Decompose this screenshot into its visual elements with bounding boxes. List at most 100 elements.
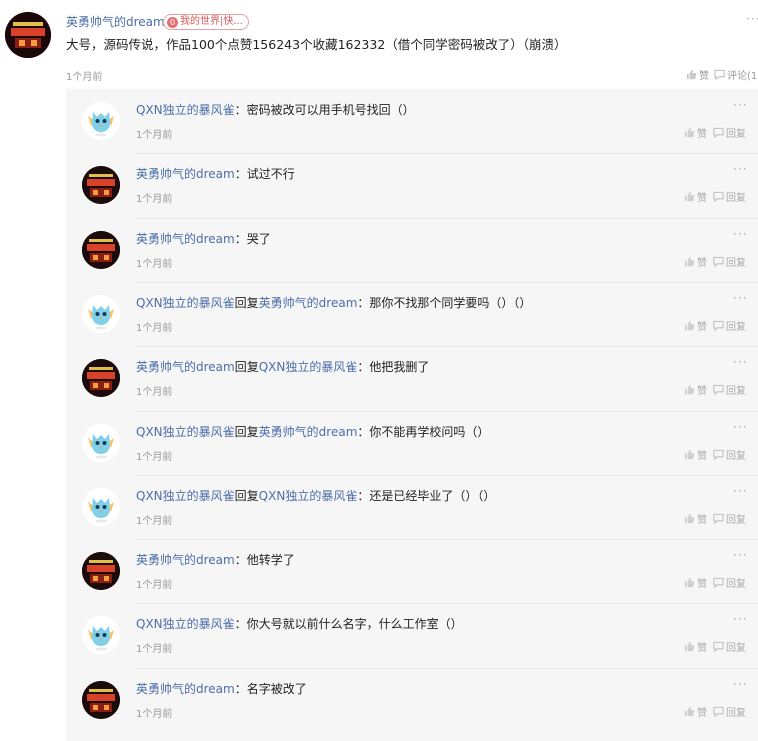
bird-avatar[interactable]	[82, 487, 120, 526]
reply-target-name[interactable]: 英勇帅气的dream	[259, 425, 358, 439]
reply-reply-button[interactable]: 回复	[713, 189, 746, 204]
reply-author-name[interactable]: QXN独立的暴风雀	[136, 489, 235, 503]
thumbs-up-icon	[686, 69, 697, 80]
bird-avatar[interactable]	[82, 294, 120, 333]
reply-author-name[interactable]: 英勇帅气的dream	[136, 682, 235, 696]
reply-divider	[136, 281, 758, 283]
reply-more-icon[interactable]: ···	[733, 612, 747, 626]
bird-avatar[interactable]	[82, 102, 120, 140]
author-avatar[interactable]	[5, 12, 51, 58]
reply-reply-button[interactable]: 回复	[713, 318, 746, 333]
reply-author-name[interactable]: QXN独立的暴风雀	[136, 103, 235, 117]
reply-line: QXN独立的暴风雀回复QXN独立的暴风雀：还是已经毕业了（）（）	[136, 488, 495, 504]
post-author-name[interactable]: 英勇帅气的dream	[66, 14, 165, 30]
reply-more-icon[interactable]: ···	[733, 162, 747, 176]
reply-like-button[interactable]: 赞	[684, 318, 707, 333]
reply-reply-label: 回复	[726, 643, 746, 655]
reply-icon	[713, 127, 724, 138]
reply-reply-button[interactable]: 回复	[713, 639, 746, 654]
game-avatar[interactable]	[82, 166, 120, 205]
reply-text: ：他转学了	[234, 553, 295, 568]
reply-like-label: 赞	[697, 129, 707, 140]
reply-timestamp: 1个月前	[136, 130, 173, 141]
badge-icon: 0	[167, 16, 178, 28]
reply-author-name[interactable]: QXN独立的暴风雀	[136, 296, 235, 310]
reply-reply-button[interactable]: 回复	[713, 704, 746, 719]
comment-icon	[714, 69, 725, 80]
reply-line: 英勇帅气的dream回复QXN独立的暴风雀：他把我删了	[136, 359, 429, 375]
badge-label: 我的世界|快...	[180, 16, 243, 27]
reply-author-name[interactable]: 英勇帅气的dream	[136, 553, 235, 567]
post-like-button[interactable]: 赞	[686, 67, 709, 82]
reply-more-icon[interactable]: ···	[733, 548, 747, 562]
reply-author-name[interactable]: 英勇帅气的dream	[136, 232, 235, 246]
reply-line: QXN独立的暴风雀回复英勇帅气的dream：那你不找那个同学要吗（）（）	[136, 295, 531, 311]
reply-item: QXN独立的暴风雀回复英勇帅气的dream：你不能再学校问吗（） 1个月前 ··…	[66, 410, 758, 475]
reply-like-button[interactable]: 赞	[684, 575, 707, 590]
reply-more-icon[interactable]: ···	[733, 420, 747, 434]
thumbs-up-icon	[684, 449, 695, 459]
reply-like-button[interactable]: 赞	[684, 447, 707, 462]
reply-item: 英勇帅气的dream：他转学了 1个月前 ··· 赞 回复	[66, 539, 758, 603]
reply-line: 英勇帅气的dream：名字被改了	[136, 681, 307, 697]
bird-avatar[interactable]	[82, 423, 120, 462]
reply-author-name[interactable]: 英勇帅气的dream	[136, 360, 235, 374]
post-like-label: 赞	[699, 71, 709, 82]
reply-reply-label: 回复	[726, 129, 746, 140]
game-avatar[interactable]	[82, 680, 120, 719]
post-studio-badge[interactable]: 0 我的世界|快...	[163, 14, 249, 30]
reply-target-name[interactable]: QXN独立的暴风雀	[259, 489, 358, 503]
reply-target-name[interactable]: QXN独立的暴风雀	[259, 360, 358, 374]
reply-reply-button[interactable]: 回复	[713, 382, 746, 397]
reply-more-icon[interactable]: ···	[733, 355, 747, 369]
reply-like-button[interactable]: 赞	[684, 511, 707, 526]
reply-like-button[interactable]: 赞	[684, 254, 707, 269]
reply-reply-label: 回复	[726, 386, 746, 398]
reply-reply-label: 回复	[726, 579, 746, 591]
reply-like-button[interactable]: 赞	[684, 189, 707, 204]
reply-author-name[interactable]: 英勇帅气的dream	[136, 167, 235, 181]
reply-like-label: 赞	[697, 193, 707, 205]
reply-like-label: 赞	[697, 450, 707, 462]
reply-reply-button[interactable]: 回复	[713, 254, 746, 269]
reply-reply-button[interactable]: 回复	[713, 447, 746, 462]
reply-line: QXN独立的暴风雀：密码被改可以用手机号找回（）	[136, 102, 415, 118]
game-avatar[interactable]	[82, 230, 120, 269]
post-content: 大号，源码传说，作品100个点赞156243个收藏162332（借个同学密码被改…	[66, 37, 567, 52]
game-avatar[interactable]	[82, 359, 120, 398]
reply-author-name[interactable]: QXN独立的暴风雀	[136, 425, 235, 439]
game-avatar[interactable]	[82, 552, 120, 591]
reply-icon	[713, 385, 724, 396]
reply-timestamp: 1个月前	[136, 322, 173, 334]
reply-like-button[interactable]: 赞	[684, 704, 707, 719]
thumbs-up-icon	[684, 385, 695, 395]
reply-timestamp: 1个月前	[136, 451, 173, 463]
reply-connector: 回复	[234, 424, 259, 439]
reply-reply-label: 回复	[726, 514, 746, 526]
reply-icon	[713, 642, 724, 653]
reply-icon	[713, 513, 724, 524]
reply-line: QXN独立的暴风雀：你大号就以前什么名字，什么工作室（）	[136, 616, 463, 632]
reply-text: ：密码被改可以用手机号找回（）	[234, 103, 415, 117]
reply-more-icon[interactable]: ···	[733, 98, 747, 112]
reply-like-button[interactable]: 赞	[684, 382, 707, 397]
reply-target-name[interactable]: 英勇帅气的dream	[259, 296, 358, 310]
post-comment-button[interactable]: 评论(17	[714, 67, 758, 82]
post-more-icon[interactable]: ···	[746, 12, 758, 26]
bird-avatar[interactable]	[82, 616, 120, 655]
reply-author-name[interactable]: QXN独立的暴风雀	[136, 617, 235, 631]
reply-reply-button[interactable]: 回复	[713, 575, 746, 590]
reply-timestamp: 1个月前	[136, 194, 173, 206]
thumbs-up-icon	[684, 706, 695, 716]
reply-reply-button[interactable]: 回复	[713, 511, 746, 526]
reply-like-label: 赞	[697, 514, 707, 526]
reply-more-icon[interactable]: ···	[733, 484, 747, 498]
reply-more-icon[interactable]: ···	[733, 677, 747, 691]
reply-reply-button[interactable]: 回复	[713, 125, 746, 140]
reply-more-icon[interactable]: ···	[733, 227, 747, 241]
reply-icon	[713, 320, 724, 331]
reply-like-button[interactable]: 赞	[684, 639, 707, 654]
reply-more-icon[interactable]: ···	[733, 291, 747, 305]
reply-timestamp: 1个月前	[136, 258, 173, 270]
reply-like-button[interactable]: 赞	[684, 125, 707, 140]
